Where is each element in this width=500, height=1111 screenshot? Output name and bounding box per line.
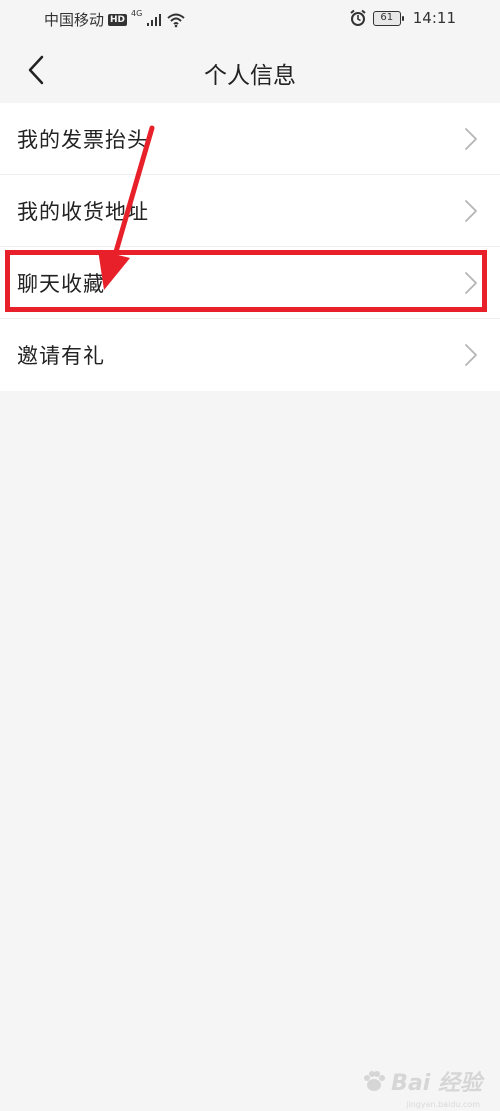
list-item-label: 聊天收藏 — [17, 271, 105, 296]
watermark-url: jingyan.baidu.com — [406, 1100, 480, 1109]
clock-label: 14:11 — [412, 9, 456, 27]
status-bar: 中国移动 HD 4G 61 14:11 — [0, 0, 500, 38]
list-item-chat-favorites[interactable]: 聊天收藏 — [0, 247, 500, 319]
watermark-brand: Bai 经验 — [391, 1071, 482, 1096]
baidu-watermark: Bai 经验 — [361, 1065, 482, 1097]
battery-icon: 61 — [372, 10, 404, 26]
paw-icon — [364, 1071, 386, 1091]
chevron-right-icon — [465, 200, 477, 222]
status-right: 61 14:11 — [349, 9, 456, 27]
nav-bar: 个人信息 — [0, 38, 500, 102]
chevron-right-icon — [465, 128, 477, 150]
settings-list: 我的发票抬头 我的收货地址 聊天收藏 邀请有礼 — [0, 103, 500, 391]
alarm-icon — [350, 9, 366, 26]
chevron-right-icon — [465, 344, 477, 366]
hd-badge: HD — [108, 13, 128, 26]
list-item-label: 邀请有礼 — [17, 344, 105, 368]
status-left: 中国移动 HD 4G — [44, 9, 186, 30]
list-item-invoice-title[interactable]: 我的发票抬头 — [0, 103, 500, 175]
list-item-label: 我的发票抬头 — [17, 127, 149, 152]
wifi-icon — [167, 13, 185, 27]
list-item-invite-rewards[interactable]: 邀请有礼 — [0, 319, 500, 391]
page-title: 个人信息 — [204, 63, 296, 89]
list-item-shipping-address[interactable]: 我的收货地址 — [0, 175, 500, 247]
signal-icon — [147, 13, 162, 26]
carrier-label: 中国移动 — [44, 11, 105, 29]
chevron-right-icon — [465, 272, 477, 294]
network-type-label: 4G — [131, 9, 143, 18]
list-item-label: 我的收货地址 — [17, 199, 149, 224]
